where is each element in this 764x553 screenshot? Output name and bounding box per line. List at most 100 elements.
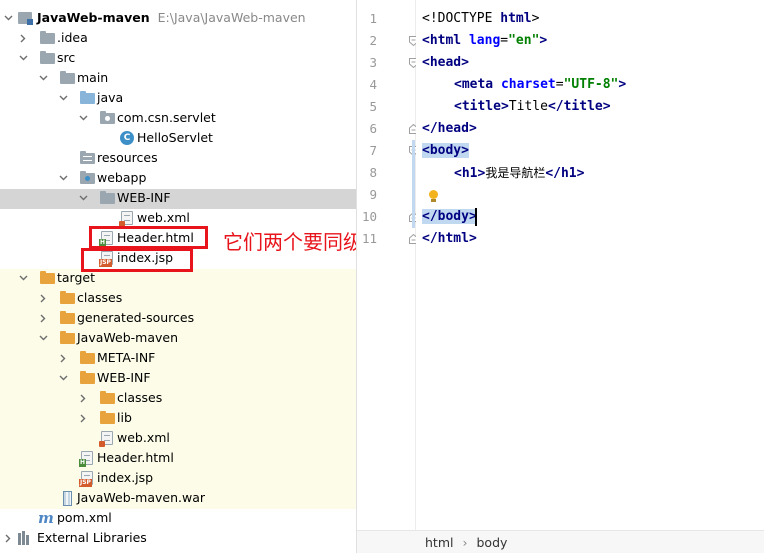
- chevron-down-icon[interactable]: [58, 168, 68, 188]
- chevron-right-icon[interactable]: [78, 408, 88, 428]
- tree-label: External Libraries: [37, 530, 147, 545]
- excluded-folder-icon: [100, 411, 115, 424]
- line-number: 6: [369, 121, 377, 136]
- breadcrumb-item-body[interactable]: body: [476, 535, 507, 550]
- chevron-down-icon[interactable]: [78, 108, 88, 128]
- tree-row-target-header-html[interactable]: H Header.html: [0, 448, 356, 468]
- tree-row-lib[interactable]: lib: [0, 408, 356, 428]
- doctype-keyword: html: [500, 11, 532, 26]
- line-number-gutter[interactable]: 1 2 3 4 5 6 7 8 9 10 11: [357, 0, 415, 530]
- tree-row-java[interactable]: java: [0, 88, 356, 108]
- attr-value: "en": [508, 33, 540, 48]
- tree-row-target-javaweb[interactable]: JavaWeb-maven: [0, 328, 356, 348]
- chevron-right-icon[interactable]: [18, 28, 28, 48]
- chevron-right-icon[interactable]: [58, 348, 68, 368]
- chevron-right-icon[interactable]: [38, 308, 48, 328]
- tree-label: HelloServlet: [137, 130, 213, 145]
- tree-row-target-index-jsp[interactable]: JSP index.jsp: [0, 468, 356, 488]
- tree-label: pom.xml: [57, 510, 112, 525]
- tree-label: src: [57, 50, 76, 65]
- line-number: 4: [369, 77, 377, 92]
- tree-label: com.csn.servlet: [117, 110, 216, 125]
- chevron-down-icon[interactable]: [58, 368, 68, 388]
- tree-row-web-inf[interactable]: WEB-INF: [0, 188, 356, 208]
- code-editor[interactable]: <!DOCTYPE html> <html lang="en"> <head> …: [416, 0, 764, 530]
- excluded-folder-icon: [60, 331, 75, 344]
- excluded-folder-icon: [100, 391, 115, 404]
- code-line-5: <title>Title</title>: [454, 96, 611, 118]
- tree-label: index.jsp: [97, 470, 154, 485]
- breadcrumb-chevron-icon: ›: [462, 534, 468, 550]
- text-token: 我是导航栏: [485, 166, 546, 180]
- project-path: E:\Java\JavaWeb-maven: [157, 10, 306, 25]
- tree-row-resources[interactable]: resources: [0, 148, 356, 168]
- annotation-box-header-html: [89, 226, 208, 249]
- tree-label: java: [97, 90, 124, 105]
- tree-row-target-web-inf[interactable]: WEB-INF: [0, 368, 356, 388]
- resources-folder-icon: [80, 151, 95, 164]
- line-number: 7: [369, 143, 377, 158]
- excluded-folder-icon: [60, 291, 75, 304]
- chevron-down-icon[interactable]: [18, 268, 28, 288]
- maven-icon: m: [38, 509, 54, 527]
- tree-row-external-libraries[interactable]: External Libraries: [0, 528, 356, 548]
- line-number: 5: [369, 99, 377, 114]
- tree-row-war[interactable]: JavaWeb-maven.war: [0, 488, 356, 508]
- line-number: 11: [361, 231, 377, 246]
- code-line-1: <!DOCTYPE html>: [422, 8, 539, 30]
- chevron-down-icon[interactable]: [3, 8, 13, 28]
- tree-row-target-web-xml[interactable]: web.xml: [0, 428, 356, 448]
- chevron-right-icon[interactable]: [78, 388, 88, 408]
- project-name: JavaWeb-maven E:\Java\JavaWeb-maven: [37, 10, 306, 25]
- chevron-down-icon[interactable]: [78, 188, 88, 208]
- chevron-right-icon[interactable]: [3, 528, 13, 548]
- tree-row-pom[interactable]: m pom.xml: [0, 508, 356, 528]
- tree-label: classes: [117, 390, 163, 405]
- chevron-down-icon[interactable]: [38, 68, 48, 88]
- tree-row-web-inf-classes[interactable]: classes: [0, 388, 356, 408]
- tree-row-idea[interactable]: .idea: [0, 28, 356, 48]
- libraries-icon: [18, 531, 33, 545]
- text-caret: [475, 208, 477, 226]
- doctype-close: >: [531, 11, 540, 26]
- tag-open: <html: [422, 33, 462, 48]
- project-tree[interactable]: JavaWeb-maven E:\Java\JavaWeb-maven .idea…: [0, 0, 356, 553]
- code-line-6: </head>: [422, 118, 477, 140]
- attr-name: charset: [493, 77, 556, 92]
- chevron-down-icon[interactable]: [58, 88, 68, 108]
- code-line-2: <html lang="en">: [422, 30, 547, 52]
- tree-row-main[interactable]: main: [0, 68, 356, 88]
- tree-row-package[interactable]: com.csn.servlet: [0, 108, 356, 128]
- tree-label: main: [77, 70, 109, 85]
- html-file-icon: H: [79, 451, 93, 467]
- chevron-down-icon[interactable]: [38, 328, 48, 348]
- text-token: Title: [508, 99, 548, 114]
- tree-row-target-classes[interactable]: classes: [0, 288, 356, 308]
- chevron-right-icon[interactable]: [38, 288, 48, 308]
- tree-row-webapp[interactable]: webapp: [0, 168, 356, 188]
- tree-row-generated-sources[interactable]: generated-sources: [0, 308, 356, 328]
- breadcrumb-item-html[interactable]: html: [425, 535, 453, 550]
- tree-row-meta-inf[interactable]: META-INF: [0, 348, 356, 368]
- tree-label: lib: [117, 410, 132, 425]
- line-number: 8: [369, 165, 377, 180]
- tree-row-project-root[interactable]: JavaWeb-maven E:\Java\JavaWeb-maven: [0, 8, 356, 28]
- tree-label: JavaWeb-maven.war: [77, 490, 206, 505]
- tree-label: generated-sources: [77, 310, 195, 325]
- tree-row-web-xml[interactable]: web.xml: [0, 208, 356, 228]
- tree-row-helloservlet[interactable]: C HelloServlet: [0, 128, 356, 148]
- package-icon: [100, 111, 115, 124]
- tag-close: >: [618, 77, 627, 92]
- tag-token-matched: <body>: [422, 143, 469, 158]
- intention-bulb-icon[interactable]: [428, 190, 439, 204]
- folder-icon: [40, 31, 55, 44]
- java-class-icon: C: [120, 131, 134, 145]
- line-number: 3: [369, 55, 377, 70]
- chevron-down-icon[interactable]: [18, 48, 28, 68]
- web-folder-icon: [80, 171, 95, 184]
- xml-file-icon: [119, 211, 133, 227]
- tree-row-src[interactable]: src: [0, 48, 356, 68]
- tree-label: resources: [97, 150, 158, 165]
- code-line-10: </body>: [422, 206, 477, 228]
- tag-token: </head>: [422, 121, 477, 136]
